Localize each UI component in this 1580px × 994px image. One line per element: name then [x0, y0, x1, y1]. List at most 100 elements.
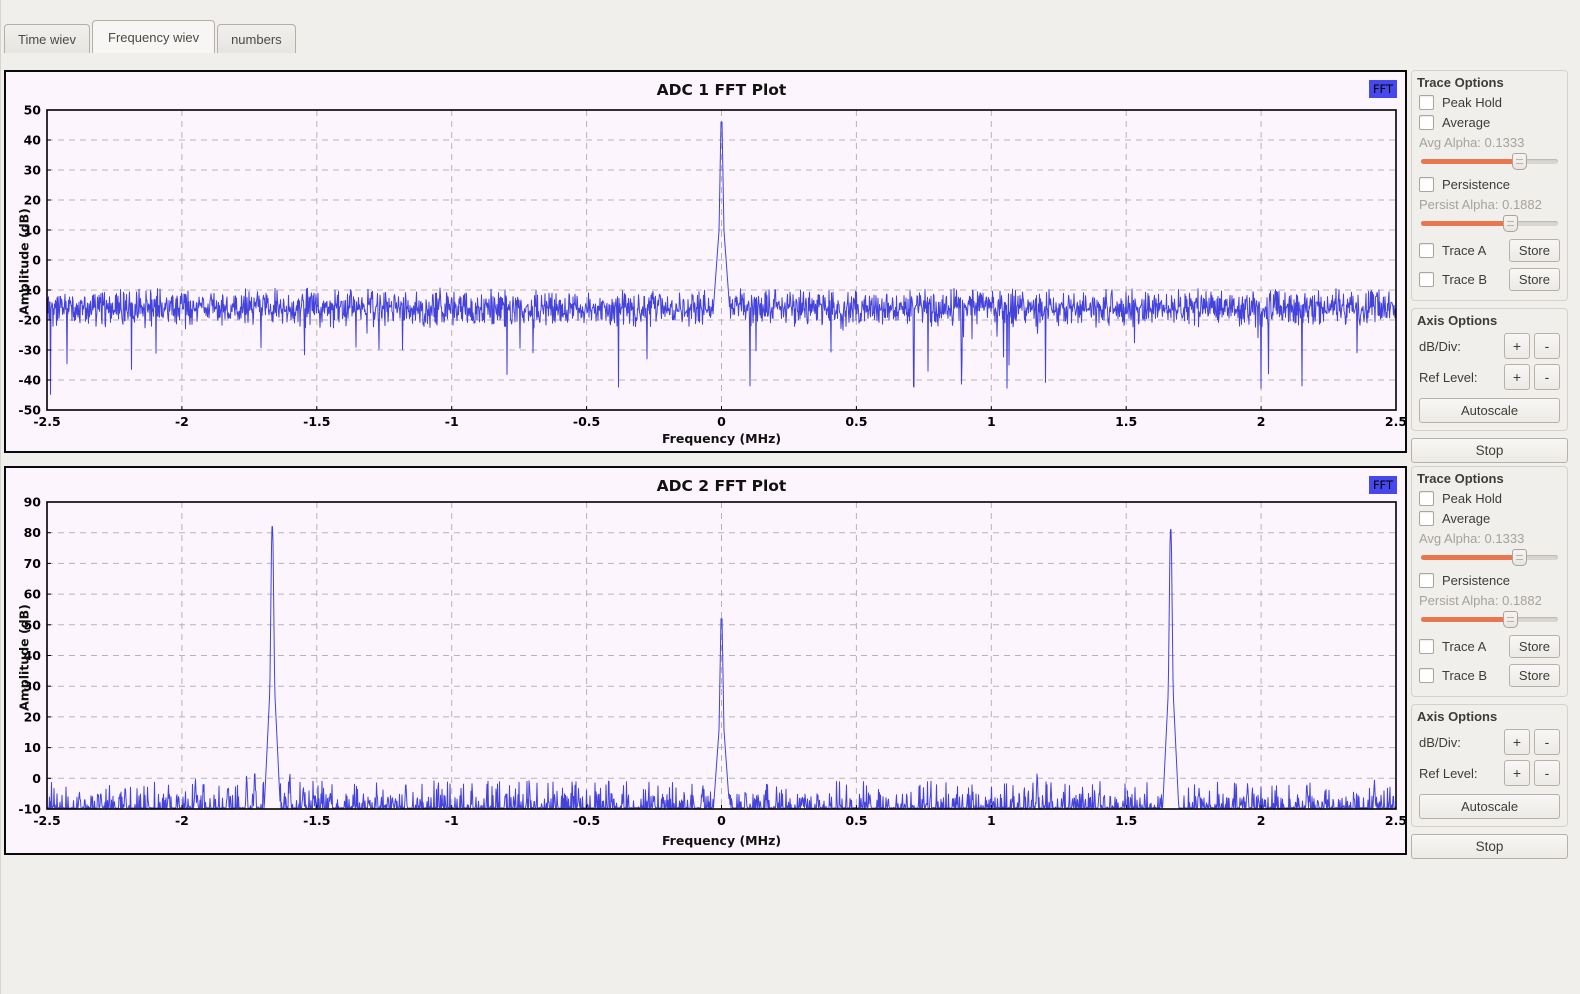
- svg-text:2: 2: [1257, 414, 1266, 429]
- db-div-row: dB/Div: + -: [1419, 729, 1560, 755]
- avg-alpha-slider[interactable]: [1421, 548, 1558, 567]
- svg-text:90: 90: [24, 495, 42, 510]
- persistence-checkbox[interactable]: [1419, 573, 1434, 588]
- tab-numbers[interactable]: numbers: [217, 24, 296, 53]
- avg-alpha-label: Avg Alpha: 0.1333: [1419, 135, 1560, 150]
- svg-text:-1: -1: [445, 414, 459, 429]
- trace-b-store-button[interactable]: Store: [1509, 664, 1560, 687]
- svg-text:-2: -2: [175, 414, 189, 429]
- svg-text:50: 50: [24, 103, 42, 118]
- svg-text:-2: -2: [175, 813, 189, 828]
- axis-options-group: Axis Options dB/Div: + - Ref Level: + - …: [1411, 308, 1568, 431]
- persist-alpha-slider[interactable]: [1421, 214, 1558, 233]
- trace-a-row: Trace A Store: [1419, 635, 1560, 658]
- persist-alpha-label: Persist Alpha: 0.1882: [1419, 197, 1560, 212]
- svg-text:-1.5: -1.5: [303, 414, 330, 429]
- trace-b-store-button[interactable]: Store: [1509, 268, 1560, 291]
- ref-level-minus-button[interactable]: -: [1534, 760, 1560, 786]
- trace-b-row: Trace B Store: [1419, 268, 1560, 291]
- stop-button[interactable]: Stop: [1411, 438, 1568, 463]
- svg-text:-10: -10: [18, 802, 41, 817]
- svg-text:1: 1: [987, 813, 996, 828]
- peak-hold-checkbox[interactable]: [1419, 95, 1434, 110]
- trace-a-checkbox[interactable]: [1419, 243, 1434, 258]
- svg-text:10: 10: [24, 740, 42, 755]
- trace-a-label: Trace A: [1442, 639, 1486, 654]
- ref-level-plus-button[interactable]: +: [1504, 760, 1530, 786]
- svg-text:1.5: 1.5: [1115, 813, 1137, 828]
- svg-text:80: 80: [24, 525, 42, 540]
- trace-b-checkbox[interactable]: [1419, 668, 1434, 683]
- adc2-fft-plot-panel: ADC 2 FFT Plot FFT Amplitude (dB) Freque…: [4, 466, 1407, 855]
- autoscale-button[interactable]: Autoscale: [1419, 398, 1560, 423]
- trace-b-checkbox[interactable]: [1419, 272, 1434, 287]
- svg-text:0.5: 0.5: [845, 414, 867, 429]
- slider-handle[interactable]: [1512, 153, 1527, 170]
- svg-text:40: 40: [24, 133, 42, 148]
- average-checkbox[interactable]: [1419, 511, 1434, 526]
- trace-b-check-row[interactable]: Trace B: [1419, 668, 1487, 683]
- peak-hold-label: Peak Hold: [1442, 95, 1502, 110]
- trace-options-group: Trace Options Peak Hold Average Avg Alph…: [1411, 70, 1568, 301]
- fft-badge[interactable]: FFT: [1369, 476, 1397, 494]
- svg-text:70: 70: [24, 556, 42, 571]
- tab-frequency-view[interactable]: Frequency wiev: [92, 20, 215, 53]
- persist-alpha-label: Persist Alpha: 0.1882: [1419, 593, 1560, 608]
- average-row[interactable]: Average: [1419, 115, 1560, 130]
- average-row[interactable]: Average: [1419, 511, 1560, 526]
- persist-alpha-slider[interactable]: [1421, 610, 1558, 629]
- fft-plot-canvas[interactable]: -2.5-2-1.5-1-0.500.511.522.550403020100-…: [6, 72, 1405, 451]
- svg-text:-30: -30: [18, 343, 41, 358]
- stop-button[interactable]: Stop: [1411, 834, 1568, 859]
- x-axis-label: Frequency (MHz): [47, 431, 1396, 446]
- ref-level-row: Ref Level: + -: [1419, 760, 1560, 786]
- svg-text:0: 0: [32, 771, 41, 786]
- fft-badge[interactable]: FFT: [1369, 80, 1397, 98]
- svg-text:2.5: 2.5: [1385, 414, 1405, 429]
- svg-text:-50: -50: [18, 403, 41, 418]
- ref-level-plus-button[interactable]: +: [1504, 364, 1530, 390]
- trace-b-label: Trace B: [1442, 668, 1487, 683]
- tab-time-view[interactable]: Time wiev: [4, 24, 90, 53]
- trace-b-check-row[interactable]: Trace B: [1419, 272, 1487, 287]
- svg-text:-1: -1: [445, 813, 459, 828]
- svg-text:2.5: 2.5: [1385, 813, 1405, 828]
- db-div-plus-button[interactable]: +: [1504, 729, 1530, 755]
- fft-plot-canvas[interactable]: -2.5-2-1.5-1-0.500.511.522.5908070605040…: [6, 468, 1405, 853]
- ref-level-minus-button[interactable]: -: [1534, 364, 1560, 390]
- svg-text:1: 1: [987, 414, 996, 429]
- peak-hold-label: Peak Hold: [1442, 491, 1502, 506]
- average-label: Average: [1442, 511, 1490, 526]
- persistence-checkbox[interactable]: [1419, 177, 1434, 192]
- trace-a-store-button[interactable]: Store: [1509, 239, 1560, 262]
- slider-handle[interactable]: [1512, 549, 1527, 566]
- autoscale-button[interactable]: Autoscale: [1419, 794, 1560, 819]
- svg-text:-0.5: -0.5: [573, 813, 600, 828]
- db-div-plus-button[interactable]: +: [1504, 333, 1530, 359]
- db-div-label: dB/Div:: [1419, 735, 1461, 750]
- svg-text:1.5: 1.5: [1115, 414, 1137, 429]
- slider-handle[interactable]: [1503, 611, 1518, 628]
- y-axis-label: Amplitude (dB): [17, 578, 32, 738]
- db-div-minus-button[interactable]: -: [1534, 729, 1560, 755]
- peak-hold-row[interactable]: Peak Hold: [1419, 491, 1560, 506]
- peak-hold-row[interactable]: Peak Hold: [1419, 95, 1560, 110]
- persistence-label: Persistence: [1442, 573, 1510, 588]
- persistence-row[interactable]: Persistence: [1419, 177, 1560, 192]
- axis-options-legend: Axis Options: [1417, 313, 1560, 328]
- trace-a-checkbox[interactable]: [1419, 639, 1434, 654]
- persistence-row[interactable]: Persistence: [1419, 573, 1560, 588]
- trace-a-check-row[interactable]: Trace A: [1419, 243, 1486, 258]
- axis-options-group: Axis Options dB/Div: + - Ref Level: + - …: [1411, 704, 1568, 827]
- db-div-minus-button[interactable]: -: [1534, 333, 1560, 359]
- trace-a-check-row[interactable]: Trace A: [1419, 639, 1486, 654]
- avg-alpha-slider[interactable]: [1421, 152, 1558, 171]
- trace-options-legend: Trace Options: [1417, 471, 1560, 486]
- peak-hold-checkbox[interactable]: [1419, 491, 1434, 506]
- svg-text:30: 30: [24, 163, 42, 178]
- average-checkbox[interactable]: [1419, 115, 1434, 130]
- db-div-row: dB/Div: + -: [1419, 333, 1560, 359]
- slider-handle[interactable]: [1503, 215, 1518, 232]
- trace-a-store-button[interactable]: Store: [1509, 635, 1560, 658]
- svg-text:0.5: 0.5: [845, 813, 867, 828]
